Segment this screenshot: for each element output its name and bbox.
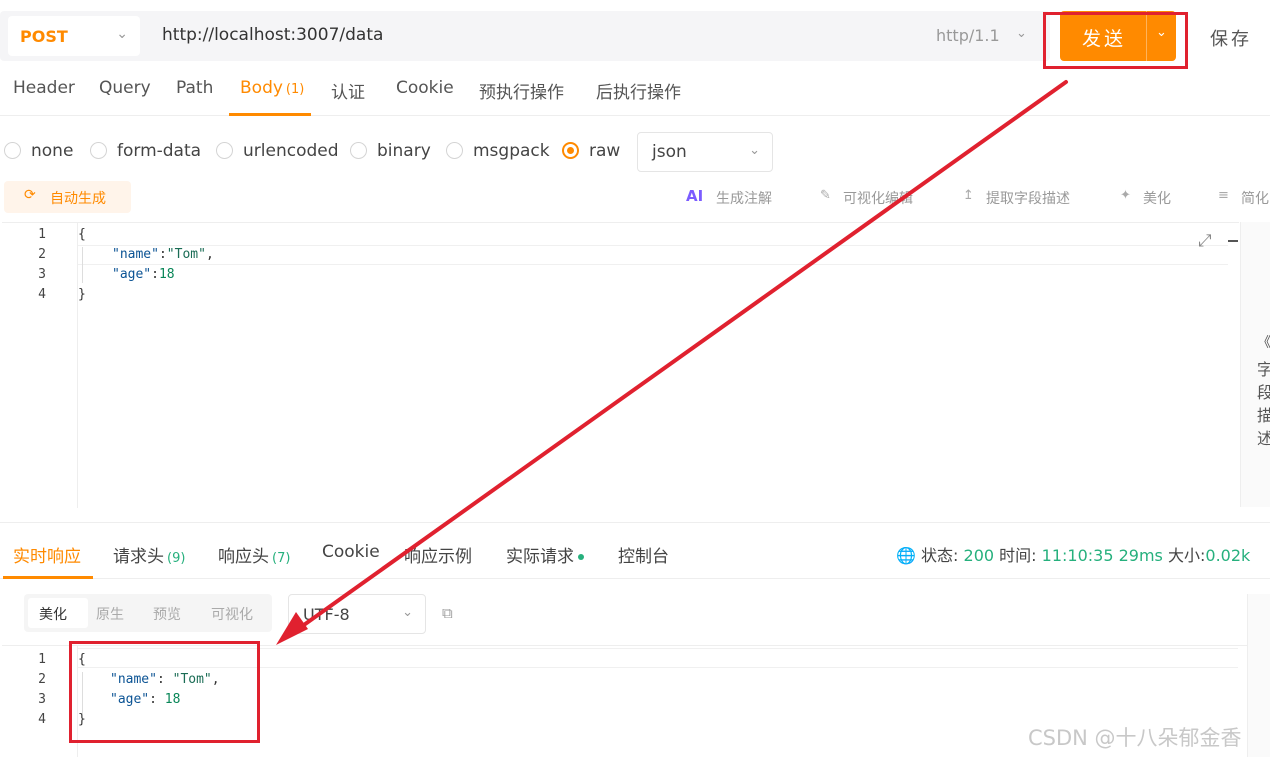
annotation-arrow xyxy=(276,80,1068,645)
watermark: CSDN @十八朵郁金香 xyxy=(1028,726,1242,750)
